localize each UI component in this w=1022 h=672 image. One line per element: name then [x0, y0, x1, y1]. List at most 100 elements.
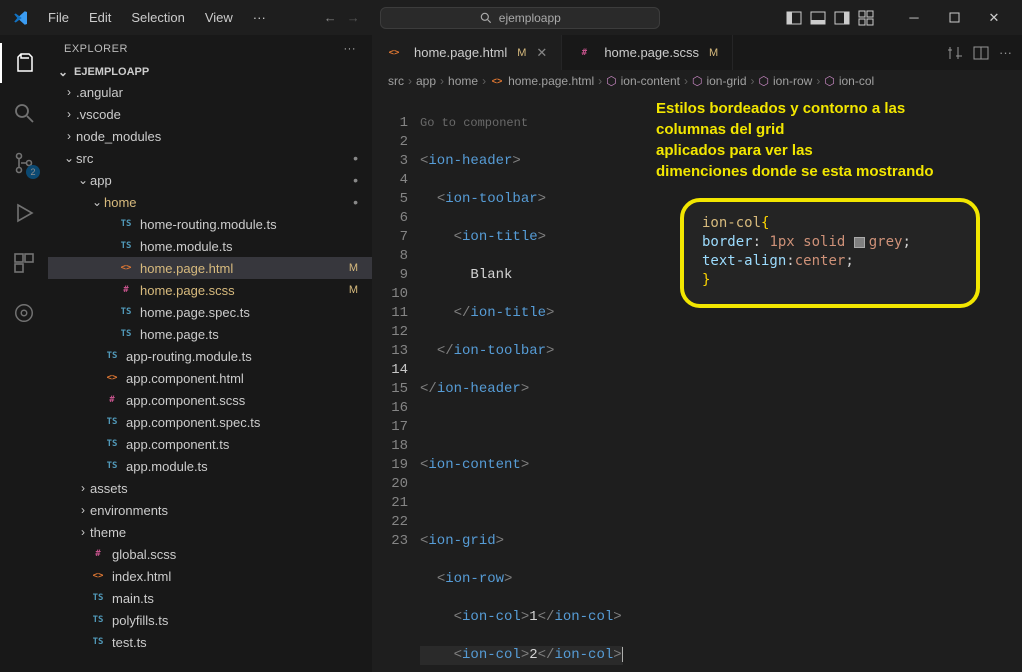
breadcrumb-item[interactable]: ion-row — [773, 74, 812, 88]
layout-icon[interactable] — [786, 10, 802, 26]
nav-forward-icon[interactable]: → — [347, 10, 360, 25]
activity-run-debug-icon[interactable] — [0, 193, 48, 233]
tree-label: home.page.spec.ts — [140, 305, 250, 320]
tree-file[interactable]: TShome.module.ts — [48, 235, 372, 257]
code-content[interactable]: Go to component <ion-header> <ion-toolba… — [420, 92, 623, 672]
window-close-button[interactable]: ✕ — [974, 3, 1014, 33]
tree-folder-home[interactable]: ⌄home• — [48, 191, 372, 213]
menu-file[interactable]: File — [40, 6, 77, 29]
tree-file[interactable]: TSapp.module.ts — [48, 455, 372, 477]
activity-source-control-icon[interactable]: 2 — [0, 143, 48, 183]
annotation-line: columnas del grid — [656, 119, 1004, 140]
tree-file[interactable]: #global.scss — [48, 543, 372, 565]
tree-file[interactable]: TShome.page.ts — [48, 323, 372, 345]
source-control-badge: 2 — [26, 165, 40, 179]
tree-file[interactable]: <>app.component.html — [48, 367, 372, 389]
tree-label: .vscode — [76, 107, 121, 122]
breadcrumbs[interactable]: src› app› home› <> home.page.html› ⬡ion-… — [372, 70, 1022, 92]
menu-edit[interactable]: Edit — [81, 6, 119, 29]
tree-file[interactable]: TSmain.ts — [48, 587, 372, 609]
tree-label: app.component.scss — [126, 393, 245, 408]
tree-folder-theme[interactable]: ›theme — [48, 521, 372, 543]
menu-selection[interactable]: Selection — [123, 6, 192, 29]
scss-file-icon: # — [576, 45, 592, 61]
activity-extensions-icon[interactable] — [0, 243, 48, 283]
tree-file[interactable]: TSpolyfills.ts — [48, 609, 372, 631]
tree-file[interactable]: TS app.component.ts — [48, 433, 372, 455]
compare-icon[interactable] — [947, 45, 963, 61]
split-editor-icon[interactable] — [973, 45, 989, 61]
ts-file-icon: TS — [104, 436, 120, 452]
command-center[interactable]: ejemploapp — [380, 7, 660, 29]
tree-file-selected[interactable]: <>home.page.htmlM — [48, 257, 372, 279]
breadcrumb-item[interactable]: home — [448, 74, 478, 88]
breadcrumb-item[interactable]: ion-content — [621, 74, 680, 88]
menubar: File Edit Selection View ··· — [40, 6, 274, 29]
tree-file[interactable]: # app.component.scss — [48, 389, 372, 411]
tab-home-page-scss[interactable]: # home.page.scss M — [562, 35, 733, 70]
nav-back-icon[interactable]: ← — [324, 10, 337, 25]
ts-file-icon: TS — [118, 216, 134, 232]
html-file-icon: <> — [490, 74, 504, 88]
tree-folder-src[interactable]: ⌄src• — [48, 147, 372, 169]
tab-home-page-html[interactable]: <> home.page.html M ✕ — [372, 35, 562, 70]
breadcrumb-item[interactable]: home.page.html — [508, 74, 594, 88]
git-modified-badge: M — [349, 262, 362, 274]
tree-file[interactable]: TS test.ts — [48, 631, 372, 653]
explorer-section[interactable]: ⌄ EJEMPLOAPP — [48, 63, 372, 81]
search-icon — [479, 11, 493, 25]
activity-extra-icon[interactable] — [0, 293, 48, 333]
activity-search-icon[interactable] — [0, 93, 48, 133]
breadcrumb-item[interactable]: ion-grid — [706, 74, 746, 88]
tree-folder-app[interactable]: ⌄app• — [48, 169, 372, 191]
tree-label: environments — [90, 503, 168, 518]
sidebar-explorer: EXPLORER ··· ⌄ EJEMPLOAPP ›.angular ›.vs… — [48, 35, 372, 672]
activity-bar: 2 — [0, 35, 48, 672]
git-modified-badge: M — [349, 284, 362, 296]
tree-folder-nodemodules[interactable]: ›node_modules — [48, 125, 372, 147]
tree-file[interactable]: TShome.page.spec.ts — [48, 301, 372, 323]
tree-label: theme — [90, 525, 126, 540]
window-maximize-button[interactable] — [934, 3, 974, 33]
close-icon[interactable]: ✕ — [536, 45, 547, 61]
git-dot-icon: • — [353, 194, 362, 210]
tree-label: home.page.html — [140, 261, 233, 276]
tree-file[interactable]: TShome-routing.module.ts — [48, 213, 372, 235]
code-editor[interactable]: 1234567891011121314151617181920212223 Go… — [372, 92, 1022, 672]
breadcrumb-item[interactable]: app — [416, 74, 436, 88]
activity-explorer-icon[interactable] — [0, 43, 48, 83]
tree-file[interactable]: TSapp.component.spec.ts — [48, 411, 372, 433]
tree-label: app.component.ts — [126, 437, 229, 452]
window-minimize-button[interactable]: ─ — [894, 3, 934, 33]
color-swatch-icon — [854, 237, 865, 248]
explorer-more-icon[interactable]: ··· — [344, 43, 357, 55]
tree-file[interactable]: TS app-routing.module.ts — [48, 345, 372, 367]
tree-label: .angular — [76, 85, 123, 100]
breadcrumb-item[interactable]: src — [388, 74, 404, 88]
menu-more[interactable]: ··· — [245, 6, 274, 29]
tree-label: global.scss — [112, 547, 176, 562]
explorer-title: EXPLORER — [64, 43, 128, 55]
editor-area: <> home.page.html M ✕ # home.page.scss M… — [372, 35, 1022, 672]
tree-label: app — [90, 173, 112, 188]
tree-label: app.component.spec.ts — [126, 415, 260, 430]
tree-file[interactable]: <>index.html — [48, 565, 372, 587]
breadcrumb-item[interactable]: ion-col — [839, 74, 874, 88]
layout-icon[interactable] — [810, 10, 826, 26]
tab-label: home.page.html — [414, 45, 507, 60]
tree-folder-assets[interactable]: ›assets — [48, 477, 372, 499]
tree-label: app-routing.module.ts — [126, 349, 252, 364]
tree-folder-angular[interactable]: ›.angular — [48, 81, 372, 103]
tree-folder-vscode[interactable]: ›.vscode — [48, 103, 372, 125]
ts-file-icon: TS — [104, 348, 120, 364]
ts-file-icon: TS — [90, 634, 106, 650]
tree-file[interactable]: #home.page.scssM — [48, 279, 372, 301]
layout-icon[interactable] — [834, 10, 850, 26]
tree-label: test.ts — [112, 635, 147, 650]
layout-customize-icon[interactable] — [858, 10, 874, 26]
css-snippet-box: ion-col{ border: 1px solid grey; text-al… — [680, 198, 980, 308]
menu-view[interactable]: View — [197, 6, 241, 29]
scss-file-icon: # — [104, 392, 120, 408]
tab-more-icon[interactable]: ··· — [999, 45, 1012, 60]
tree-folder-environments[interactable]: ›environments — [48, 499, 372, 521]
